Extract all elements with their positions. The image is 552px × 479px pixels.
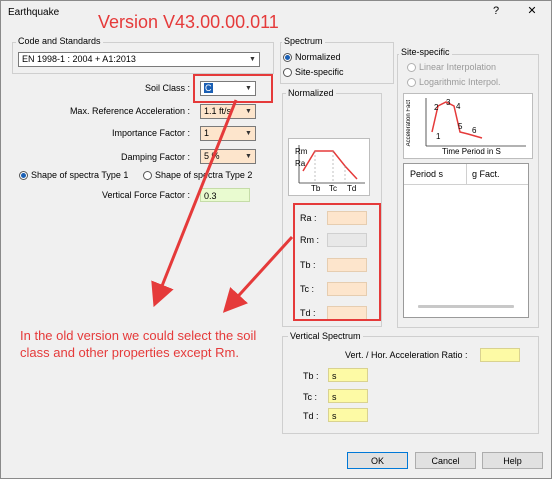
annotation-arrows: [151, 99, 294, 313]
annotation-note: In the old version we could select the s…: [20, 328, 257, 360]
